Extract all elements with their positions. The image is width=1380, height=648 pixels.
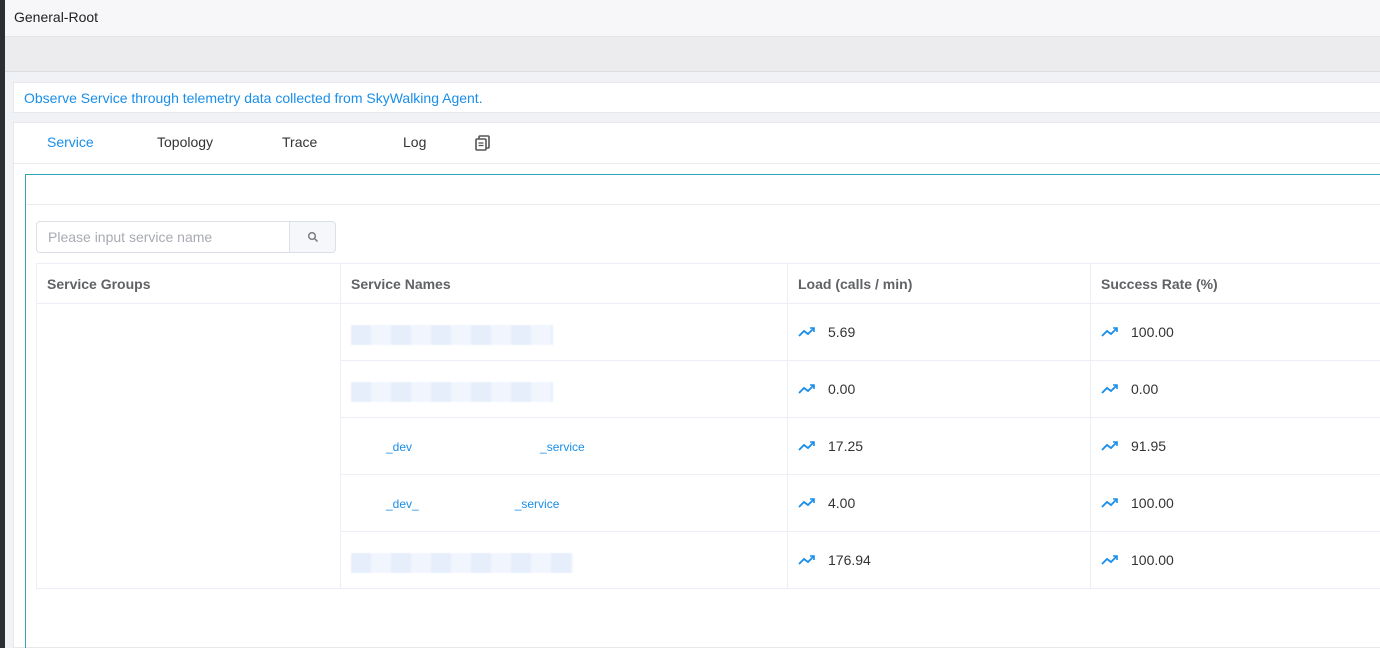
- content-header: [26, 175, 1380, 205]
- success-rate-value: 100.00: [1131, 495, 1174, 511]
- trend-line-icon[interactable]: [798, 554, 816, 566]
- load-cell: 4.00: [787, 474, 1091, 532]
- window-left-edge: [0, 0, 5, 648]
- load-cell: 176.94: [787, 531, 1091, 589]
- header-service-names: Service Names: [340, 263, 788, 304]
- tab-service[interactable]: Service: [47, 134, 94, 150]
- redacted-service-name[interactable]: [351, 324, 553, 345]
- table-row[interactable]: 5.69 100.00: [36, 303, 1380, 589]
- load-value: 176.94: [828, 552, 871, 568]
- success-rate-cell: 100.00: [1090, 303, 1380, 361]
- header-load: Load (calls / min): [787, 263, 1091, 304]
- window-title-bar: General-Root: [5, 0, 1380, 37]
- copy-icon[interactable]: [474, 134, 492, 152]
- service-name-prefix: _dev_: [386, 497, 419, 511]
- window-title: General-Root: [14, 9, 99, 25]
- search-button[interactable]: [289, 221, 336, 253]
- trend-line-icon[interactable]: [798, 440, 816, 452]
- trend-line-icon[interactable]: [798, 497, 816, 509]
- tab-trace[interactable]: Trace: [282, 134, 317, 150]
- service-name-cell[interactable]: [340, 360, 788, 418]
- load-value: 4.00: [828, 495, 856, 511]
- success-rate-cell: 91.95: [1090, 417, 1380, 475]
- trend-line-icon[interactable]: [798, 383, 816, 395]
- load-value: 17.25: [828, 438, 864, 454]
- success-rate-cell: 100.00: [1090, 474, 1380, 532]
- header-success-rate: Success Rate (%): [1090, 263, 1380, 304]
- service-name-suffix: _service: [540, 440, 585, 454]
- tab-topology[interactable]: Topology: [157, 134, 213, 150]
- trend-line-icon[interactable]: [1101, 554, 1119, 566]
- trend-line-icon[interactable]: [1101, 383, 1119, 395]
- trend-line-icon[interactable]: [1101, 497, 1119, 509]
- search-icon: [307, 232, 318, 243]
- service-content-panel: Service Groups Service Names Load (calls…: [25, 174, 1380, 648]
- load-cell: 0.00: [787, 360, 1091, 418]
- main-panel: Service Topology Trace Log Please input …: [13, 122, 1380, 648]
- service-name-cell[interactable]: _dev _service: [340, 417, 788, 475]
- service-group-cell: [36, 303, 341, 589]
- load-value: 0.00: [828, 381, 856, 397]
- table-header-row: Service Groups Service Names Load (calls…: [36, 263, 1380, 304]
- search-input[interactable]: [36, 221, 289, 253]
- success-rate-value: 0.00: [1131, 381, 1159, 397]
- success-rate-value: 100.00: [1131, 324, 1174, 340]
- service-name-suffix: _service: [514, 497, 560, 511]
- service-name-link[interactable]: _dev_ _service: [351, 497, 559, 511]
- tab-bar: Service Topology Trace Log: [14, 123, 1380, 164]
- service-name-cell[interactable]: _dev_ _service: [340, 474, 788, 532]
- redacted-service-name[interactable]: [351, 381, 553, 402]
- load-cell: 17.25: [787, 417, 1091, 475]
- description-text: Observe Service through telemetry data c…: [24, 90, 483, 106]
- load-value: 5.69: [828, 324, 856, 340]
- service-name-cell[interactable]: [340, 531, 788, 589]
- service-name-cell[interactable]: [340, 303, 788, 361]
- tab-log[interactable]: Log: [403, 134, 426, 150]
- description-banner: Observe Service through telemetry data c…: [13, 82, 1380, 113]
- load-cell: 5.69: [787, 303, 1091, 361]
- service-name-link[interactable]: _dev _service: [351, 440, 585, 454]
- service-name-prefix: _dev: [386, 440, 413, 454]
- success-rate-value: 100.00: [1131, 552, 1174, 568]
- success-rate-value: 91.95: [1131, 438, 1167, 454]
- trend-line-icon[interactable]: [1101, 326, 1119, 338]
- success-rate-cell: 0.00: [1090, 360, 1380, 418]
- service-table: Service Groups Service Names Load (calls…: [36, 263, 1380, 589]
- search-bar: [36, 221, 336, 253]
- trend-line-icon[interactable]: [1101, 440, 1119, 452]
- redacted-service-name[interactable]: [351, 552, 573, 573]
- trend-line-icon[interactable]: [798, 326, 816, 338]
- header-service-groups: Service Groups: [36, 263, 341, 304]
- success-rate-cell: 100.00: [1090, 531, 1380, 589]
- toolbar-strip: [5, 37, 1380, 72]
